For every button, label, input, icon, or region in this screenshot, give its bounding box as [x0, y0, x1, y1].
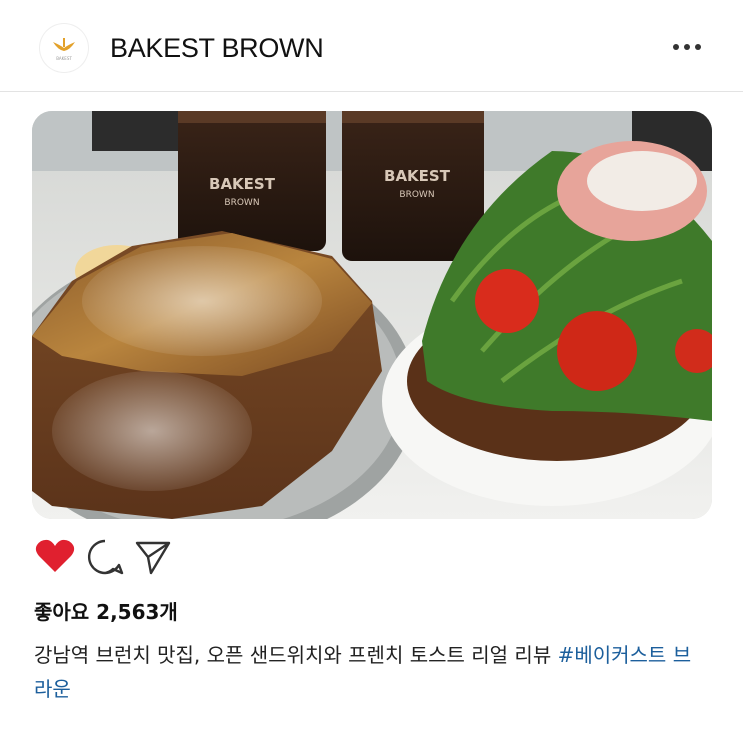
account-name[interactable]: BAKEST BROWN [110, 33, 324, 64]
likes-count: 좋아요 2,563개 [34, 600, 178, 624]
post-photo[interactable]: BAKEST BROWN BAKEST BROWN [32, 111, 712, 519]
svg-text:BROWN: BROWN [399, 190, 434, 200]
send-icon[interactable] [134, 538, 172, 580]
post-actions [34, 536, 194, 576]
more-dots-icon[interactable] [673, 44, 701, 52]
svg-text:BAKEST: BAKEST [209, 175, 276, 193]
comment-icon[interactable] [86, 538, 124, 580]
post-caption: 강남역 브런치 맛집, 오픈 샌드위치와 프렌치 토스트 리얼 리뷰 #베이커스… [34, 638, 704, 706]
avatar[interactable]: BAKEST [40, 24, 88, 72]
svg-text:BROWN: BROWN [224, 198, 259, 208]
coffee-cup-left: BAKEST BROWN [178, 111, 326, 251]
svg-text:BAKEST: BAKEST [384, 167, 451, 185]
post-header: BAKEST BAKEST BROWN [0, 0, 743, 92]
svg-text:BAKEST: BAKEST [56, 56, 72, 61]
heart-filled-icon[interactable] [34, 538, 76, 578]
coffee-cup-right: BAKEST BROWN [342, 111, 484, 261]
caption-text: 강남역 브런치 맛집, 오픈 샌드위치와 프렌치 토스트 리얼 리뷰 [34, 643, 552, 667]
bakest-brown-logo-icon: BAKEST [53, 38, 75, 61]
